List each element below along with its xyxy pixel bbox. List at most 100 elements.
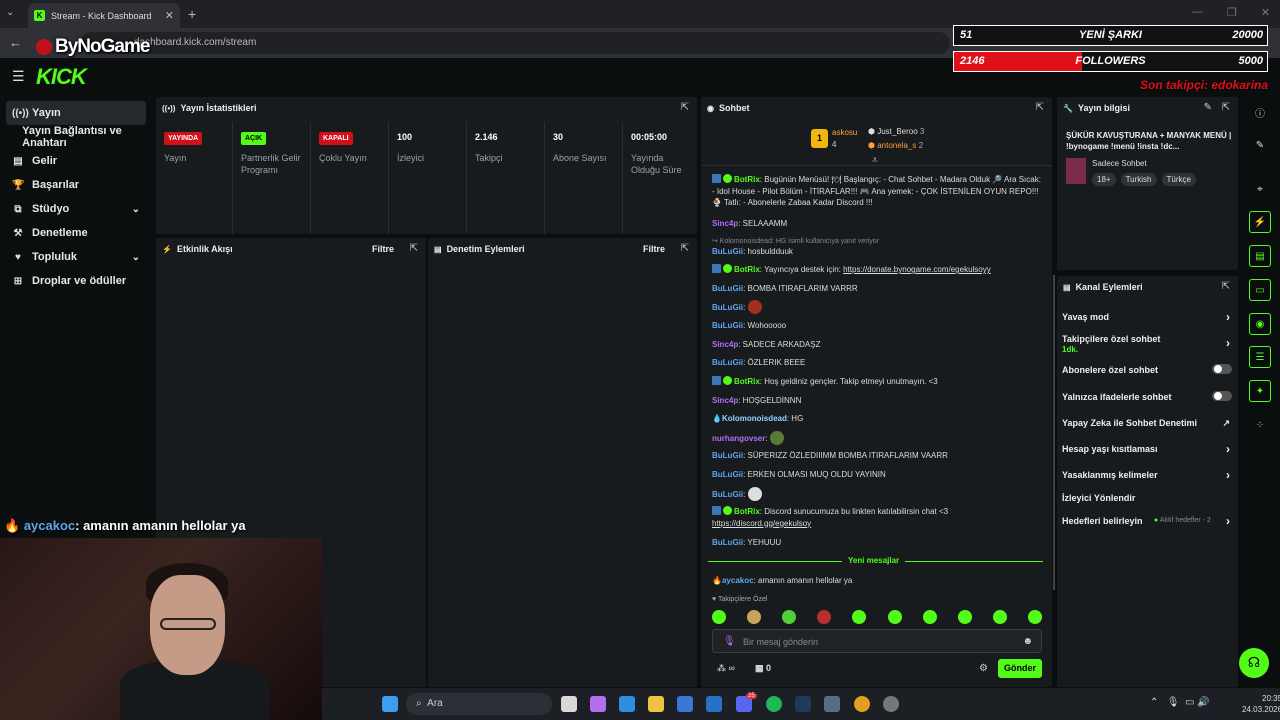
taskbar-search[interactable]: ⌕ Ara: [406, 693, 552, 715]
mail-icon[interactable]: [706, 696, 722, 712]
send-button[interactable]: Gönder: [998, 659, 1042, 678]
target-icon[interactable]: ⌖: [1249, 178, 1271, 200]
window-controls[interactable]: — ❐ ✕: [1192, 6, 1270, 19]
wrench-icon[interactable]: ✦: [1249, 380, 1271, 402]
action-ai-moderation[interactable]: Yapay Zeka ile Sohbet Denetimi ↗: [1062, 418, 1234, 428]
donate-link[interactable]: https://donate.bynogame.com/egekulsoyy: [843, 265, 991, 274]
lightning-icon[interactable]: ⚡: [1249, 211, 1271, 233]
copilot-icon[interactable]: [590, 696, 606, 712]
clipboard-icon: ▤: [1063, 282, 1071, 292]
emote-icon: [957, 610, 972, 624]
popout-icon[interactable]: ⇱: [1222, 281, 1230, 292]
category-thumbnail[interactable]: [1066, 158, 1086, 184]
chevron-right-icon: ›: [1226, 442, 1230, 456]
action-raid[interactable]: İzleyici Yönlendir: [1062, 493, 1234, 503]
sidebar-item-studyo[interactable]: ⧉ Stüdyo ⌄: [6, 197, 146, 221]
sidebar-item-gelir[interactable]: ▤ Gelir: [6, 149, 146, 173]
back-arrow-icon[interactable]: ←: [9, 35, 22, 50]
edit-pencil-icon[interactable]: ✎: [1204, 102, 1212, 113]
scrollbar[interactable]: [1053, 275, 1055, 590]
sidebar-item-yayin[interactable]: ((•)) Yayın: [6, 101, 146, 125]
toggle-switch: [1212, 364, 1232, 374]
support-headset-icon[interactable]: ☊: [1239, 648, 1269, 678]
channel-points[interactable]: ⁂ ∞: [717, 663, 735, 674]
popout-icon[interactable]: ⇱: [1036, 102, 1044, 113]
hamburger-menu-icon[interactable]: ☰: [12, 68, 25, 85]
clock[interactable]: 20:35 24.03.2026: [1242, 693, 1280, 715]
broadcast-icon[interactable]: ◉: [1249, 313, 1271, 335]
song-goal: 20000: [1232, 29, 1263, 41]
action-slow-mode[interactable]: Yavaş mod ›: [1062, 310, 1234, 324]
log-icon: ▤: [434, 244, 442, 254]
song-label: YENİ ŞARKI: [1079, 29, 1142, 41]
chat-message: BuLuGii:: [712, 300, 1042, 314]
start-menu-icon[interactable]: [382, 696, 398, 712]
popout-icon[interactable]: ⇱: [1222, 102, 1230, 113]
sidebar-item-basarilar[interactable]: 🏆 Başarılar: [6, 173, 146, 197]
emote-icon: [1027, 610, 1042, 624]
new-messages-label[interactable]: Yeni mesajlar: [842, 556, 906, 565]
sidebar-item-denetleme[interactable]: ⚒ Denetleme: [6, 221, 146, 245]
store-icon[interactable]: [677, 696, 693, 712]
emoji-icon[interactable]: ☻: [1022, 636, 1033, 647]
discord-badge: 25: [746, 693, 757, 699]
url-field[interactable]: dashboard.kick.com/stream: [80, 32, 950, 54]
money-icon: ▤: [13, 155, 23, 167]
steam-icon[interactable]: [795, 696, 811, 712]
top-gifter-3[interactable]: ⬢ antonela_s 2: [868, 141, 923, 150]
chat-icon[interactable]: ▭: [1249, 279, 1271, 301]
obs-icon[interactable]: [883, 696, 899, 712]
top-gifter-1[interactable]: askosu: [832, 128, 857, 137]
discord-link[interactable]: https://discord.gg/egekulsoy: [712, 519, 811, 528]
chat-input[interactable]: 🎙 Bir mesaj gönderin ☻: [712, 629, 1042, 653]
tag[interactable]: Turkish: [1120, 173, 1157, 186]
chevron-down-icon[interactable]: ⩡: [872, 155, 878, 166]
sidebar-item-droplar[interactable]: ⊞ Droplar ve ödüller: [6, 269, 146, 293]
edge-icon[interactable]: [619, 696, 635, 712]
action-emotes-only[interactable]: Yalnızca ifadelerle sohbet: [1062, 391, 1234, 402]
list-icon[interactable]: ☰: [1249, 346, 1271, 368]
edit-icon[interactable]: ✎: [1249, 134, 1271, 156]
spotify-icon[interactable]: [766, 696, 782, 712]
category-name[interactable]: Sadece Sohbet: [1092, 159, 1147, 168]
browser-tab[interactable]: K Stream - Kick Dashboard ✕: [28, 3, 180, 28]
emote-icon: [992, 610, 1007, 624]
new-tab-button[interactable]: +: [188, 6, 196, 22]
popout-icon[interactable]: ⇱: [410, 243, 418, 254]
sidebar-item-topluluk[interactable]: ♥ Topluluk ⌄: [6, 245, 146, 269]
tag[interactable]: 18+: [1092, 173, 1116, 186]
action-account-age[interactable]: Hesap yaşı kısıtlaması ›: [1062, 442, 1234, 456]
chat-message: 💧Kolomonoisdead: HG: [712, 414, 804, 423]
action-goals[interactable]: Hedefleri belirleyin ● Aktif hedefler - 2…: [1062, 514, 1234, 528]
gift-counter[interactable]: ▦ 0: [755, 663, 771, 674]
action-followers-only[interactable]: Takipçilere özel sohbet 1dk. ›: [1062, 334, 1234, 354]
toggle-switch: [1212, 391, 1232, 401]
chat-message: BuLuGii:: [712, 487, 1042, 501]
task-view-icon[interactable]: [561, 696, 577, 712]
app-icon[interactable]: [824, 696, 840, 712]
popout-icon[interactable]: ⇱: [681, 243, 689, 254]
tab-search-icon[interactable]: ⌄: [6, 7, 14, 18]
sidebar-item-stream-key[interactable]: Yayın Bağlantısı ve Anahtarı: [6, 125, 146, 149]
action-banned-words[interactable]: Yasaklanmış kelimeler ›: [1062, 468, 1234, 482]
filter-button[interactable]: Filtre: [643, 244, 665, 254]
tray-icons[interactable]: ⌃ 🎙 ▭ 🔊: [1150, 697, 1210, 708]
document-icon[interactable]: ▤: [1249, 245, 1271, 267]
action-subscribers-only[interactable]: Abonelere özel sohbet: [1062, 364, 1234, 375]
apps-icon[interactable]: ⁘: [1249, 414, 1271, 436]
chevron-down-icon: ⌄: [131, 251, 140, 263]
tag[interactable]: Türkçe: [1161, 173, 1196, 186]
emote-row[interactable]: [712, 610, 1042, 624]
filter-button[interactable]: Filtre: [372, 244, 394, 254]
info-icon[interactable]: ⓘ: [1249, 101, 1271, 123]
top-gifter-2[interactable]: ⬢ Just_Beroo 3: [868, 127, 924, 136]
emote-icon: [782, 610, 797, 624]
file-explorer-icon[interactable]: [648, 696, 664, 712]
emote-icon: [922, 610, 937, 624]
chat-message: nurhangovser:: [712, 431, 1042, 445]
tab-close-icon[interactable]: ✕: [165, 9, 174, 22]
settings-gear-icon[interactable]: ⚙: [979, 663, 988, 674]
popout-icon[interactable]: ⇱: [681, 102, 689, 113]
kick-logo[interactable]: KICK: [36, 64, 87, 90]
chrome-icon[interactable]: [854, 696, 870, 712]
